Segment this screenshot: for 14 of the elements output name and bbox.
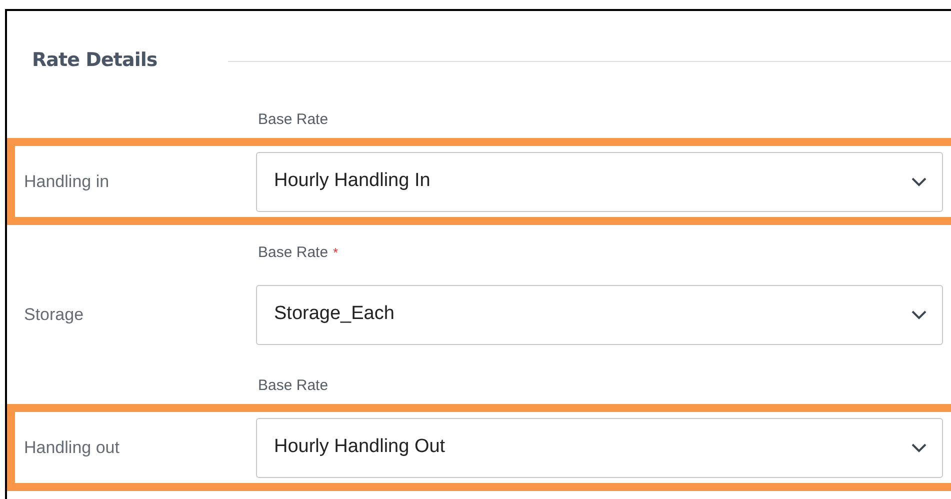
row-label: Handling in: [24, 172, 110, 190]
field-label: Base Rate: [258, 376, 328, 396]
row-label: Storage: [24, 304, 84, 324]
rate-dropdown[interactable]: Hourly Handling Out: [256, 418, 943, 478]
chevron-down-icon: [911, 442, 927, 452]
rate-dropdown[interactable]: Hourly Handling In: [256, 152, 943, 212]
field-label: Base Rate: [258, 110, 328, 130]
row-label: Handling out: [24, 438, 120, 456]
required-mark: *: [333, 244, 338, 262]
chevron-down-icon: [911, 176, 927, 186]
chevron-down-icon: [911, 310, 927, 320]
rate-dropdown[interactable]: Storage_Each: [256, 284, 943, 344]
section-title: Rate Details: [31, 48, 158, 74]
field-label: Base Rate: [258, 242, 328, 263]
